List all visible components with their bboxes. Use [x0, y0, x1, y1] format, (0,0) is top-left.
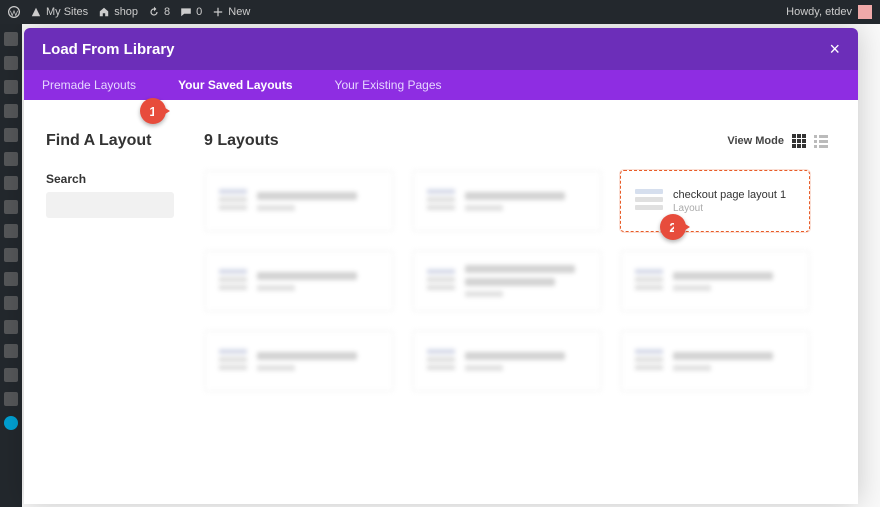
- marker-number: 1: [149, 104, 156, 119]
- layout-text-placeholder: [257, 192, 357, 211]
- wp-admin-bar: My Sites shop 8 0 New Howdy, etdev: [0, 0, 880, 24]
- media-icon[interactable]: [4, 80, 18, 94]
- annotation-marker-2: 2: [660, 214, 686, 240]
- layout-thumb-icon: [635, 269, 663, 293]
- layout-card[interactable]: [412, 330, 602, 392]
- results-heading: 9 Layouts: [204, 132, 279, 150]
- layout-card-title: checkout page layout 1: [673, 188, 786, 202]
- list-view-icon[interactable]: [814, 134, 828, 148]
- layout-text-placeholder: [465, 192, 565, 211]
- modal-title: Load From Library: [42, 41, 175, 58]
- layout-card-subtitle: Layout: [673, 203, 786, 214]
- divi-icon[interactable]: [4, 416, 18, 430]
- layout-thumb-icon: [427, 189, 455, 213]
- layout-text-placeholder: [257, 272, 357, 291]
- wp-admin-sidebar: [0, 24, 22, 507]
- marketing-icon[interactable]: [4, 248, 18, 262]
- new-label: New: [228, 6, 250, 18]
- layout-card[interactable]: [620, 250, 810, 312]
- appearance-icon[interactable]: [4, 272, 18, 286]
- grid-view-icon[interactable]: [792, 134, 806, 148]
- close-icon: ×: [829, 39, 840, 59]
- updates-count: 8: [164, 6, 170, 18]
- find-layout-heading: Find A Layout: [46, 132, 182, 150]
- settings-icon[interactable]: [4, 368, 18, 382]
- layout-card[interactable]: [204, 170, 394, 232]
- new-link[interactable]: New: [212, 6, 250, 18]
- updates-link[interactable]: 8: [148, 6, 170, 18]
- comments-link[interactable]: 0: [180, 6, 202, 18]
- products-icon[interactable]: [4, 200, 18, 214]
- tab-label: Premade Layouts: [42, 78, 136, 92]
- sites-icon: [30, 6, 42, 18]
- search-input[interactable]: [46, 192, 174, 218]
- tools-icon[interactable]: [4, 344, 18, 358]
- comments-icon[interactable]: [4, 128, 18, 142]
- howdy-text[interactable]: Howdy, etdev: [786, 6, 852, 18]
- layout-text-placeholder: [673, 352, 773, 371]
- collapse-icon[interactable]: [4, 392, 18, 406]
- layout-card[interactable]: [412, 250, 602, 312]
- layout-card-highlighted[interactable]: checkout page layout 1 Layout: [620, 170, 810, 232]
- modal-header: Load From Library × Premade Layouts Your…: [24, 28, 858, 100]
- marker-number: 2: [669, 220, 676, 235]
- woocommerce-icon[interactable]: [4, 176, 18, 190]
- filter-sidebar: Find A Layout Search: [24, 100, 204, 504]
- layout-text-placeholder: [465, 265, 575, 297]
- modal-close-button[interactable]: ×: [829, 39, 840, 60]
- my-sites-label: My Sites: [46, 6, 88, 18]
- layout-text-placeholder: [465, 352, 565, 371]
- annotation-marker-1: 1: [140, 98, 166, 124]
- tab-premade-layouts[interactable]: Premade Layouts: [24, 70, 164, 100]
- modal-tabs: Premade Layouts Your Saved Layouts Your …: [24, 70, 858, 100]
- pages-icon[interactable]: [4, 104, 18, 118]
- plugins-icon[interactable]: [4, 296, 18, 310]
- comment-icon: [180, 6, 192, 18]
- modal-body: Find A Layout Search 9 Layouts View Mode: [24, 100, 858, 504]
- layout-grid: checkout page layout 1 Layout: [204, 170, 828, 392]
- comments-count: 0: [196, 6, 202, 18]
- layout-card[interactable]: [204, 330, 394, 392]
- layout-text-placeholder: [673, 272, 773, 291]
- plus-icon: [212, 6, 224, 18]
- dashboard-icon[interactable]: [4, 32, 18, 46]
- tab-label: Your Existing Pages: [335, 78, 442, 92]
- results-panel: 9 Layouts View Mode: [204, 100, 858, 504]
- refresh-icon: [148, 6, 160, 18]
- user-avatar[interactable]: [858, 5, 872, 19]
- layout-thumb-icon: [219, 269, 247, 293]
- view-mode-label: View Mode: [727, 135, 784, 147]
- layout-thumb-icon: [219, 189, 247, 213]
- my-sites-link[interactable]: My Sites: [30, 6, 88, 18]
- layout-text-placeholder: [257, 352, 357, 371]
- layout-thumb-icon: [427, 269, 455, 293]
- analytics-icon[interactable]: [4, 224, 18, 238]
- layout-card[interactable]: [204, 250, 394, 312]
- layout-card[interactable]: [620, 330, 810, 392]
- view-mode-switch: View Mode: [727, 134, 828, 148]
- layout-thumb-icon: [635, 189, 663, 213]
- projects-icon[interactable]: [4, 152, 18, 166]
- layout-thumb-icon: [219, 349, 247, 373]
- tab-existing-pages[interactable]: Your Existing Pages: [321, 70, 470, 100]
- layout-thumb-icon: [635, 349, 663, 373]
- posts-icon[interactable]: [4, 56, 18, 70]
- layout-card[interactable]: [412, 170, 602, 232]
- wp-logo-icon[interactable]: [8, 6, 20, 18]
- home-icon: [98, 6, 110, 18]
- tab-label: Your Saved Layouts: [178, 78, 292, 92]
- site-link[interactable]: shop: [98, 6, 138, 18]
- layout-thumb-icon: [427, 349, 455, 373]
- search-label: Search: [46, 172, 182, 186]
- users-icon[interactable]: [4, 320, 18, 334]
- tab-saved-layouts[interactable]: Your Saved Layouts: [164, 70, 320, 100]
- site-name: shop: [114, 6, 138, 18]
